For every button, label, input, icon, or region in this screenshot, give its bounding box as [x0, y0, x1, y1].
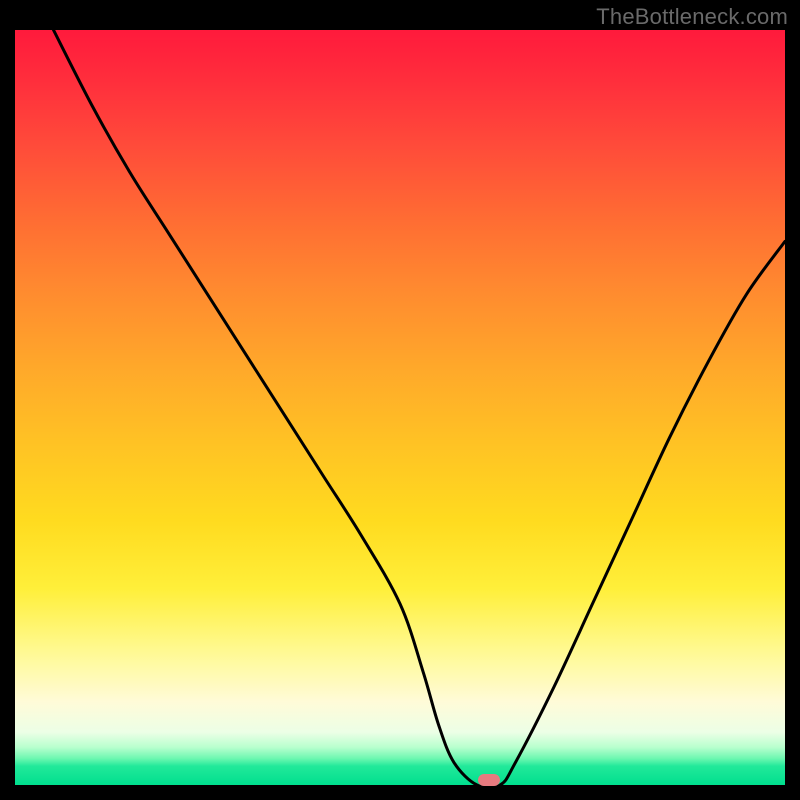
- plot-area: [15, 30, 785, 785]
- chart-frame: TheBottleneck.com: [0, 0, 800, 800]
- optimal-point-marker: [478, 774, 500, 786]
- watermark-text: TheBottleneck.com: [596, 4, 788, 30]
- curve-svg: [15, 30, 785, 785]
- bottleneck-curve-path: [54, 30, 786, 785]
